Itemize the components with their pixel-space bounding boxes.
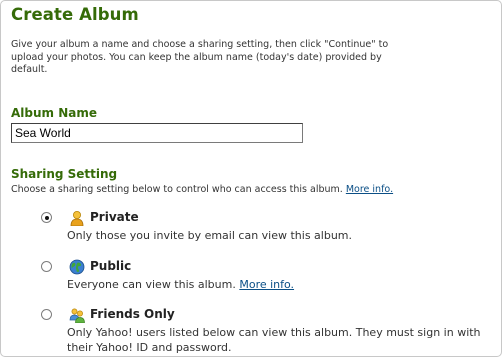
sharing-setting-heading: Sharing Setting — [11, 167, 118, 181]
option-public-label: Public — [90, 259, 132, 273]
create-album-panel: Create Album Give your album a name and … — [0, 0, 502, 357]
sharing-description: Choose a sharing setting below to contro… — [11, 184, 393, 195]
sharing-description-text: Choose a sharing setting below to contro… — [11, 184, 343, 195]
public-more-info-link[interactable]: More info. — [239, 278, 294, 291]
sharing-more-info-link[interactable]: More info. — [346, 184, 393, 195]
option-friends-description: Only Yahoo! users listed below can view … — [67, 326, 481, 354]
option-private-label: Private — [90, 210, 139, 224]
intro-text: Give your album a name and choose a shar… — [11, 39, 389, 75]
person-icon — [70, 211, 84, 226]
people-icon — [69, 308, 85, 323]
radio-friends-only[interactable] — [41, 309, 52, 320]
option-public-description-text: Everyone can view this album. — [67, 278, 236, 291]
option-friends-label: Friends Only — [90, 307, 175, 321]
album-name-input[interactable] — [11, 123, 303, 143]
option-private-description: Only those you invite by email can view … — [67, 229, 353, 242]
album-name-heading: Album Name — [11, 106, 97, 120]
radio-public[interactable] — [41, 261, 52, 272]
option-public-description: Everyone can view this album. More info. — [67, 277, 497, 292]
page-title: Create Album — [11, 5, 139, 24]
globe-icon — [69, 259, 85, 275]
radio-private[interactable] — [41, 212, 52, 223]
